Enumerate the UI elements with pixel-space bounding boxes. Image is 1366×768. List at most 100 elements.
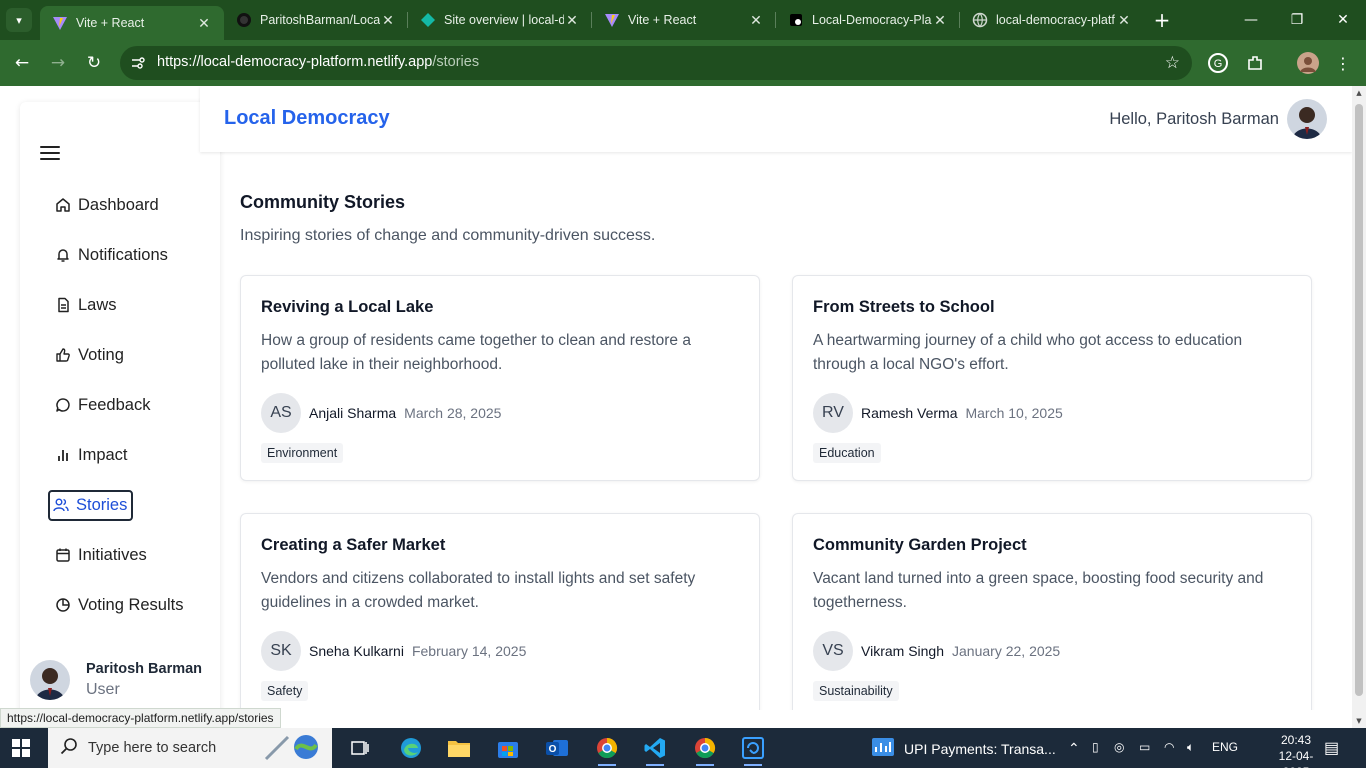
github-icon (236, 12, 252, 28)
bookmark-star-icon[interactable]: ☆ (1165, 53, 1180, 73)
browser-tab[interactable]: Vite + React ✕ (592, 0, 776, 40)
chrome-icon[interactable] (592, 734, 622, 766)
windows-start-icon[interactable] (12, 739, 30, 757)
avatar (30, 660, 70, 700)
tray-chevron-icon[interactable]: ⌃ (1068, 740, 1080, 757)
extensions-icon[interactable] (1242, 50, 1268, 76)
scrollbar-thumb[interactable] (1355, 104, 1363, 696)
remote-desktop-icon[interactable] (738, 734, 768, 766)
tab-title: Local-Democracy-Pla (812, 13, 932, 27)
browser-tab[interactable]: Local-Democracy-Pla ✕ (776, 0, 960, 40)
calendar-icon (54, 546, 72, 564)
story-meta: VS Vikram Singh January 22, 2025 (813, 631, 1291, 671)
battery-icon[interactable]: ▭ (1139, 740, 1150, 754)
vscode-icon[interactable] (640, 734, 670, 766)
bell-icon (54, 246, 72, 264)
grammarly-icon[interactable]: G (1205, 50, 1231, 76)
scroll-down-icon[interactable]: ▼ (1355, 717, 1363, 725)
taskbar-search-box[interactable]: Type here to search (48, 728, 332, 768)
upi-notification-app[interactable]: UPI Payments: Transa... (872, 738, 1056, 759)
story-card[interactable]: Community Garden Project Vacant land tur… (792, 513, 1312, 710)
browser-tab-strip: ▾ Vite + React ✕ ParitoshBarman/Local ✕ … (0, 0, 1366, 40)
site-settings-icon[interactable] (130, 55, 146, 71)
search-placeholder: Type here to search (88, 740, 217, 756)
reload-icon[interactable]: ↻ (82, 51, 106, 75)
sidebar-item-voting-results[interactable]: Voting Results (50, 580, 210, 630)
browser-tab[interactable]: Vite + React ✕ (40, 6, 224, 40)
tab-search-button[interactable]: ▾ (6, 8, 32, 32)
tray-network-globe-icon[interactable]: ◎ (1114, 740, 1124, 754)
browser-tab[interactable]: ParitoshBarman/Local ✕ (224, 0, 408, 40)
story-description: Vacant land turned into a green space, b… (813, 570, 1264, 611)
sidebar-user[interactable]: Paritosh Barman User (30, 660, 202, 700)
story-meta: RV Ramesh Verma March 10, 2025 (813, 393, 1291, 433)
microsoft-store-icon[interactable] (493, 734, 523, 762)
tab-title: local-democracy-platf (996, 13, 1115, 27)
globe-icon (972, 12, 988, 28)
tab-close-icon[interactable]: ✕ (196, 15, 212, 32)
browser-menu-icon[interactable]: ⋮ (1330, 50, 1356, 76)
story-date: February 14, 2025 (411, 643, 527, 659)
close-window-icon[interactable]: ✕ (1320, 0, 1366, 40)
address-bar[interactable]: https://local-democracy-platform.netlify… (120, 46, 1192, 80)
user-name: Paritosh Barman (86, 661, 203, 677)
scroll-up-icon[interactable]: ▲ (1355, 89, 1363, 97)
new-tab-button[interactable]: + (1150, 8, 1174, 32)
task-view-icon[interactable] (345, 734, 375, 762)
chrome-profile-icon[interactable] (690, 734, 720, 766)
edge-icon[interactable] (396, 734, 426, 762)
wifi-icon[interactable]: ◠ (1164, 740, 1174, 754)
tab-title: ParitoshBarman/Local (260, 13, 380, 27)
tab-close-icon[interactable]: ✕ (748, 12, 764, 29)
sidebar-item-impact[interactable]: Impact (50, 430, 210, 480)
file-explorer-icon[interactable] (444, 734, 474, 762)
tab-close-icon[interactable]: ✕ (564, 12, 580, 29)
sidebar-item-label: Laws (78, 295, 117, 314)
profile-avatar[interactable] (1295, 50, 1321, 76)
forward-arrow-icon[interactable]: → (46, 51, 70, 75)
hamburger-menu-icon[interactable] (40, 146, 60, 162)
tab-close-icon[interactable]: ✕ (1116, 12, 1132, 29)
sidebar-item-stories[interactable]: Stories (48, 480, 210, 530)
taskbar-clock[interactable]: 20:43 12-04-2025 (1268, 732, 1324, 768)
story-author: Sneha Kulkarni (309, 643, 404, 659)
sidebar-item-laws[interactable]: Laws (50, 280, 210, 330)
sidebar-item-label: Voting (78, 345, 124, 364)
tray-device-icon[interactable]: ▯ (1092, 740, 1099, 754)
restore-icon[interactable]: ❐ (1274, 0, 1320, 40)
avatar[interactable] (1287, 99, 1327, 139)
volume-icon[interactable]: 🔈︎ (1187, 740, 1194, 755)
tab-title: Site overview | local-d (444, 13, 564, 27)
brand-logo[interactable]: Local Democracy (224, 107, 390, 130)
tab-title: Vite + React (628, 13, 697, 27)
story-meta: SK Sneha Kulkarni February 14, 2025 (261, 631, 739, 671)
story-card[interactable]: Creating a Safer Market Vendors and citi… (240, 513, 760, 710)
sidebar-item-label: Stories (76, 495, 128, 514)
browser-tab[interactable]: Site overview | local-d ✕ (408, 0, 592, 40)
outlook-icon[interactable]: O (542, 734, 572, 762)
sidebar-item-feedback[interactable]: Feedback (50, 380, 210, 430)
sidebar-item-notifications[interactable]: Notifications (50, 230, 210, 280)
web-page: Dashboard Notifications Laws Voting Feed… (0, 86, 1352, 710)
story-author: Anjali Sharma (309, 405, 397, 421)
page-subtitle: Inspiring stories of change and communit… (240, 227, 656, 244)
story-title: Community Garden Project (813, 536, 1027, 554)
story-card[interactable]: Reviving a Local Lake How a group of res… (240, 275, 760, 481)
browser-tab[interactable]: local-democracy-platf ✕ (960, 0, 1144, 40)
story-card[interactable]: From Streets to School A heartwarming jo… (792, 275, 1312, 481)
tab-close-icon[interactable]: ✕ (932, 12, 948, 29)
tab-title: Vite + React (76, 16, 145, 30)
tab-close-icon[interactable]: ✕ (380, 12, 396, 29)
page-scrollbar[interactable]: ▲ ▼ (1352, 86, 1366, 728)
sidebar-item-initiatives[interactable]: Initiatives (50, 530, 210, 580)
notification-center-icon[interactable]: ▤ (1324, 738, 1339, 758)
browser-toolbar: ← → ↻ https://local-democracy-platform.n… (0, 40, 1366, 86)
language-indicator[interactable]: ENG (1212, 740, 1238, 754)
minimize-icon[interactable]: — (1228, 0, 1274, 40)
sidebar-item-dashboard[interactable]: Dashboard (50, 180, 210, 230)
search-icon (60, 737, 78, 759)
svg-text:O: O (549, 744, 557, 755)
sidebar-item-voting[interactable]: Voting (50, 330, 210, 380)
back-arrow-icon[interactable]: ← (10, 51, 34, 75)
tab-list: Vite + React ✕ ParitoshBarman/Local ✕ Si… (40, 0, 1144, 40)
